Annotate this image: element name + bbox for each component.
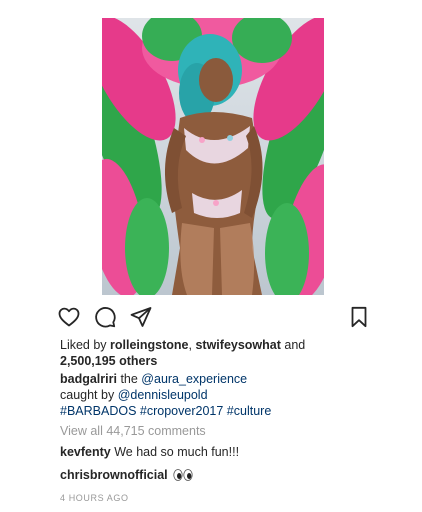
comment-icon[interactable]	[93, 305, 117, 329]
likes-count[interactable]: 2,500,195 others	[60, 354, 157, 368]
caption-username[interactable]: badgalriri	[60, 372, 117, 386]
bookmark-icon[interactable]	[347, 305, 371, 329]
caption-text: caught by	[60, 388, 118, 402]
comment-text	[168, 468, 171, 482]
caption-hashtag[interactable]: #BARBADOS	[60, 404, 136, 418]
post-caption: badgalriri the @aura_experiencecaught by…	[60, 371, 380, 419]
post-action-bar	[57, 305, 371, 329]
post-timestamp: 4 HOURS AGO	[60, 493, 129, 503]
liker-username[interactable]: rolleingstone	[110, 338, 188, 352]
caption-mention[interactable]: @aura_experience	[141, 372, 247, 386]
liker-username[interactable]: stwifeysowhat	[195, 338, 280, 352]
caption-mention[interactable]: @dennisleupold	[118, 388, 208, 402]
likes-prefix: Liked by	[60, 338, 111, 352]
likes-summary: Liked by rolleingstone, stwifeysowhat an…	[60, 337, 380, 369]
view-all-comments-link[interactable]: View all 44,715 comments	[60, 423, 380, 439]
comment-item: chrisbrownofficial	[60, 467, 380, 483]
comment-username[interactable]: chrisbrownofficial	[60, 468, 168, 482]
heart-icon[interactable]	[57, 305, 81, 329]
comment-text: We had so much fun!!!	[110, 445, 240, 459]
post-photo[interactable]	[102, 18, 324, 295]
comment-username[interactable]: kevfenty	[60, 445, 111, 459]
caption-hashtag[interactable]: #culture	[227, 404, 271, 418]
likes-and: and	[280, 338, 306, 352]
comment-item: kevfenty We had so much fun!!!	[60, 444, 380, 460]
post-photo-graphic	[102, 18, 324, 295]
paper-plane-icon[interactable]	[129, 305, 153, 329]
caption-text: the	[116, 372, 142, 386]
eyes-emoji-icon	[173, 469, 193, 481]
caption-hashtag[interactable]: #cropover2017	[140, 404, 223, 418]
